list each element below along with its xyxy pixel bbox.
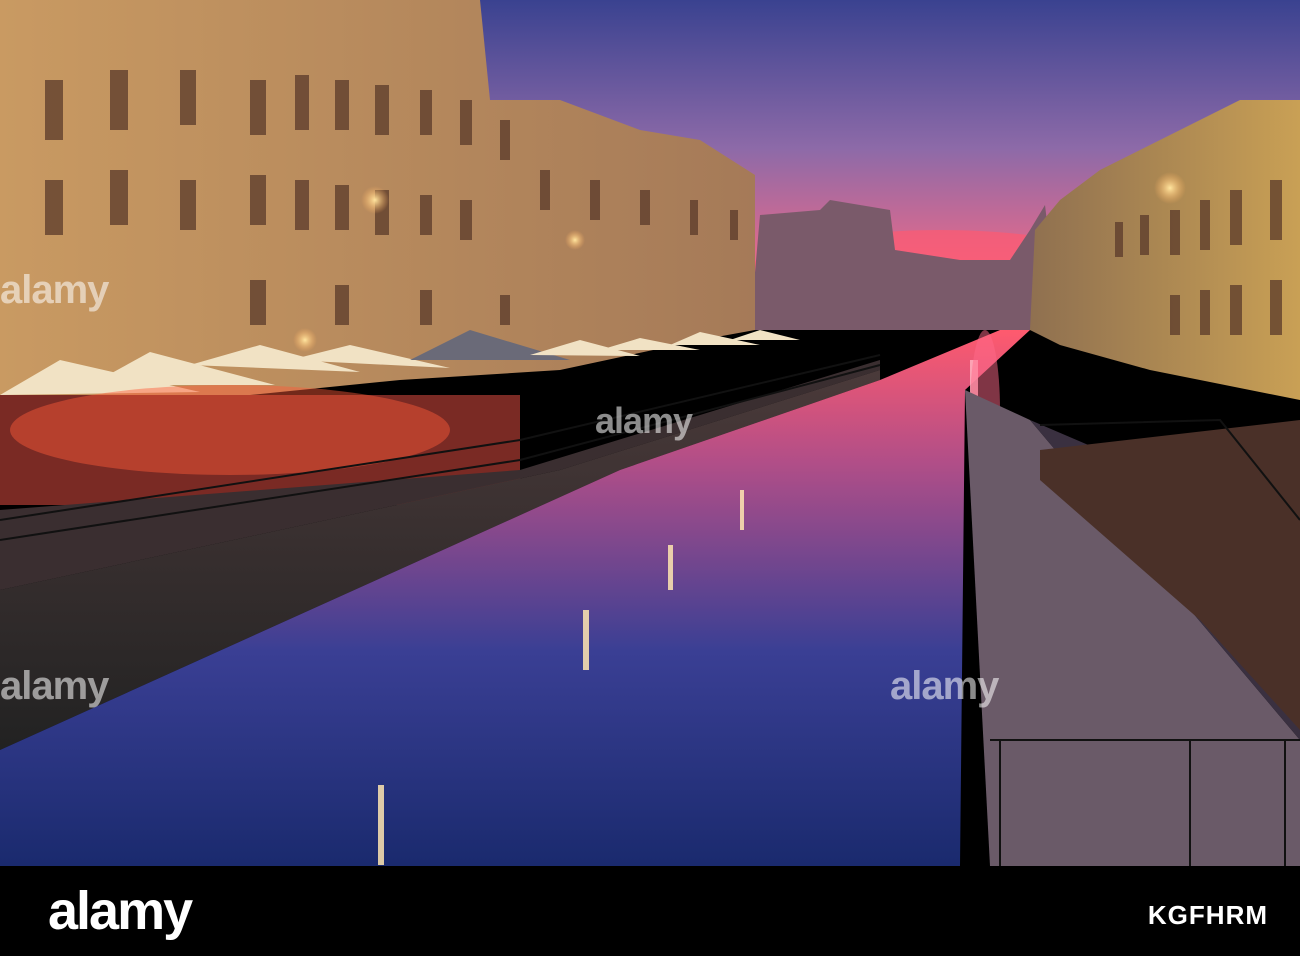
footer-bar: alamy KGFHRM [0, 866, 1300, 956]
cafe-star-light [293, 328, 317, 352]
watermark: alamy [0, 268, 109, 312]
alamy-logo: alamy [48, 881, 193, 941]
watermark: alamy [595, 400, 693, 441]
watermark: alamy [890, 664, 999, 708]
lamp-left [361, 186, 389, 214]
image-code: KGFHRM [1147, 900, 1268, 930]
watermark: alamy [0, 664, 109, 708]
stock-photo-frame: alamy alamy alamy alamy alamy KGFHRM [0, 0, 1300, 956]
lamp-mid [565, 230, 585, 250]
lamp-right [1154, 172, 1186, 204]
